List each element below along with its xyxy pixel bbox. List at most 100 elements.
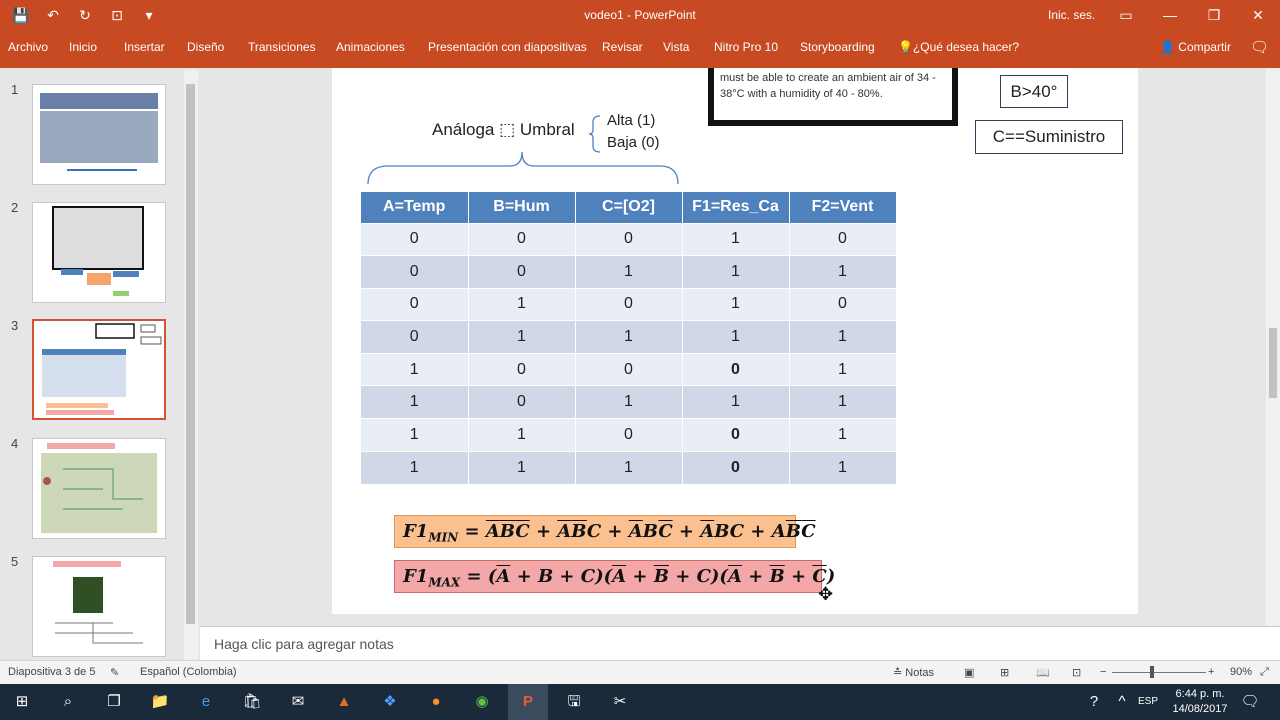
table-row: 1 1 0 0 1 [361, 418, 897, 452]
table-cell: 0 [575, 287, 683, 321]
table-cell: 0 [575, 352, 683, 386]
thumbnail-scrollbar[interactable] [184, 70, 198, 660]
slide-thumbnail-4[interactable] [32, 438, 166, 539]
scroll-thumb[interactable] [186, 84, 195, 624]
table-row: 0 0 1 1 1 [361, 255, 897, 289]
tab-vista[interactable]: Vista [663, 40, 689, 54]
tab-presentacion[interactable]: Presentación con diapositivas [428, 40, 587, 54]
move-cursor-icon: ✥ [818, 584, 834, 604]
slide-counter: Diapositiva 3 de 5 [8, 666, 96, 678]
thumb-number: 2 [11, 200, 19, 215]
dropbox-icon[interactable]: ❖ [376, 690, 404, 714]
signin-link[interactable]: Inic. ses. [1048, 8, 1095, 22]
notes-pane[interactable]: Haga clic para agregar notas [200, 626, 1280, 660]
slideshow-icon[interactable]: ⊡ [1072, 666, 1081, 679]
firefox-icon[interactable]: ● [422, 690, 450, 714]
store-icon[interactable]: 🛍 [238, 690, 266, 714]
notes-toggle[interactable]: ≛ Notas [893, 666, 934, 679]
eq1-label: F1 [403, 521, 429, 542]
tab-diseno[interactable]: Diseño [187, 40, 224, 54]
equation-f1-max[interactable]: F1MAX = (A + B + C)(A + B + C)(A + B + C… [394, 560, 835, 593]
language-indicator[interactable]: ESP [1134, 690, 1162, 714]
clock-date: 14/08/2017 [1172, 703, 1228, 715]
ribbon-display-icon[interactable]: ▭ [1104, 0, 1148, 30]
slide-thumbnail-2[interactable] [32, 202, 166, 303]
tab-inicio[interactable]: Inicio [69, 40, 97, 54]
thumb-number: 4 [11, 436, 19, 451]
language-label[interactable]: Español (Colombia) [140, 666, 237, 678]
reading-view-icon[interactable]: 📖 [1036, 666, 1050, 679]
tab-archivo[interactable]: Archivo [8, 40, 48, 54]
fit-slide-icon[interactable]: ⤢ [1260, 666, 1269, 679]
tab-storyboarding[interactable]: Storyboarding [800, 40, 875, 54]
share-button[interactable]: 👤 Compartir [1160, 40, 1231, 54]
spellcheck-icon[interactable]: ✎ [110, 666, 119, 679]
chrome-icon[interactable]: ◉ [468, 690, 496, 714]
table-cell: 1 [468, 287, 576, 321]
header-f2: F2=Vent [789, 192, 897, 223]
table-row: 1 0 0 0 1 [361, 352, 897, 386]
table-cell: 1 [789, 385, 897, 419]
table-cell: 1 [789, 352, 897, 386]
minimize-icon[interactable]: — [1148, 0, 1192, 30]
notifications-icon[interactable]: 🗨 [1236, 690, 1264, 714]
table-cell: 1 [575, 385, 683, 419]
zoom-level[interactable]: 90% [1230, 666, 1252, 678]
help-icon[interactable]: ? [1080, 690, 1108, 714]
zoom-out-icon[interactable]: − [1100, 666, 1106, 678]
close-icon[interactable]: ✕ [1236, 0, 1280, 30]
edge-icon[interactable]: e [192, 690, 220, 714]
normal-view-icon[interactable]: ▣ [964, 666, 974, 679]
slide-sorter-icon[interactable]: ⊞ [1000, 666, 1009, 679]
table-cell: 1 [682, 385, 790, 419]
clock[interactable]: 6:44 p. m. 14/08/2017 [1170, 687, 1230, 717]
tab-revisar[interactable]: Revisar [602, 40, 643, 54]
task-view-icon[interactable]: ❐ [100, 690, 128, 714]
table-cell: 1 [361, 352, 469, 386]
zoom-slider[interactable] [1112, 672, 1206, 673]
thumb-number: 3 [11, 318, 19, 333]
zoom-in-icon[interactable]: + [1208, 666, 1214, 678]
table-cell: 1 [789, 255, 897, 289]
file-explorer-icon[interactable]: 📁 [146, 690, 174, 714]
tab-insertar[interactable]: Insertar [124, 40, 165, 54]
scroll-thumb[interactable] [1269, 328, 1277, 398]
matlab-icon[interactable]: ▲ [330, 690, 358, 714]
mail-icon[interactable]: ✉ [284, 690, 312, 714]
baja-label: Baja (0) [607, 134, 660, 151]
table-cell: 0 [468, 222, 576, 256]
zoom-slider-thumb[interactable] [1150, 666, 1154, 678]
table-cell: 0 [789, 287, 897, 321]
truth-table[interactable]: A=Temp B=Hum C=[O2] F1=Res_Ca F2=Vent 0 … [361, 192, 897, 484]
table-row: 0 1 0 1 0 [361, 287, 897, 321]
comment-icon[interactable]: 🗨 [1250, 38, 1269, 56]
window-controls: ▭ — ❐ ✕ [1104, 0, 1280, 30]
windows-taskbar: ⊞ ⌕ ❐ 📁 e 🛍 ✉ ▲ ❖ ● ◉ P 🖫 ✂ ? ^ ESP 6:44… [0, 684, 1280, 720]
person-icon: 👤 [1160, 40, 1179, 54]
tell-me-box[interactable]: 💡¿Qué desea hacer? [898, 40, 1019, 54]
tab-animaciones[interactable]: Animaciones [336, 40, 405, 54]
app-icon[interactable]: 🖫 [560, 690, 588, 714]
equation-f1-min[interactable]: F1MIN = ABC + ABC + ABC + ABC + ABC [394, 515, 816, 548]
tab-transiciones[interactable]: Transiciones [248, 40, 316, 54]
header-c: C=[O2] [575, 192, 683, 223]
powerpoint-taskbar-icon[interactable]: P [508, 684, 548, 720]
slide-thumbnail-5[interactable] [32, 556, 166, 657]
slide-thumbnail-1[interactable] [32, 84, 166, 185]
slide-thumbnail-3[interactable] [32, 319, 166, 420]
title-bar: 💾 ↶ ↻ ⊡ ▾ vodeo1 - PowerPoint Inic. ses.… [0, 0, 1280, 32]
slide-canvas[interactable]: must be able to create an ambient air of… [332, 68, 1138, 614]
search-icon[interactable]: ⌕ [54, 690, 82, 714]
table-cell: 0 [682, 352, 790, 386]
eq2-label: F1 [403, 566, 429, 587]
tool-icon[interactable]: ✂ [606, 690, 634, 714]
table-cell: 1 [789, 450, 897, 484]
thumb-2-preview [52, 206, 144, 296]
start-icon[interactable]: ⊞ [8, 690, 36, 714]
header-a: A=Temp [361, 192, 469, 223]
tab-nitro[interactable]: Nitro Pro 10 [714, 40, 778, 54]
table-cell: 0 [468, 255, 576, 289]
tray-chevron-icon[interactable]: ^ [1108, 690, 1136, 714]
restore-icon[interactable]: ❐ [1192, 0, 1236, 30]
editor-scrollbar[interactable] [1266, 68, 1280, 626]
